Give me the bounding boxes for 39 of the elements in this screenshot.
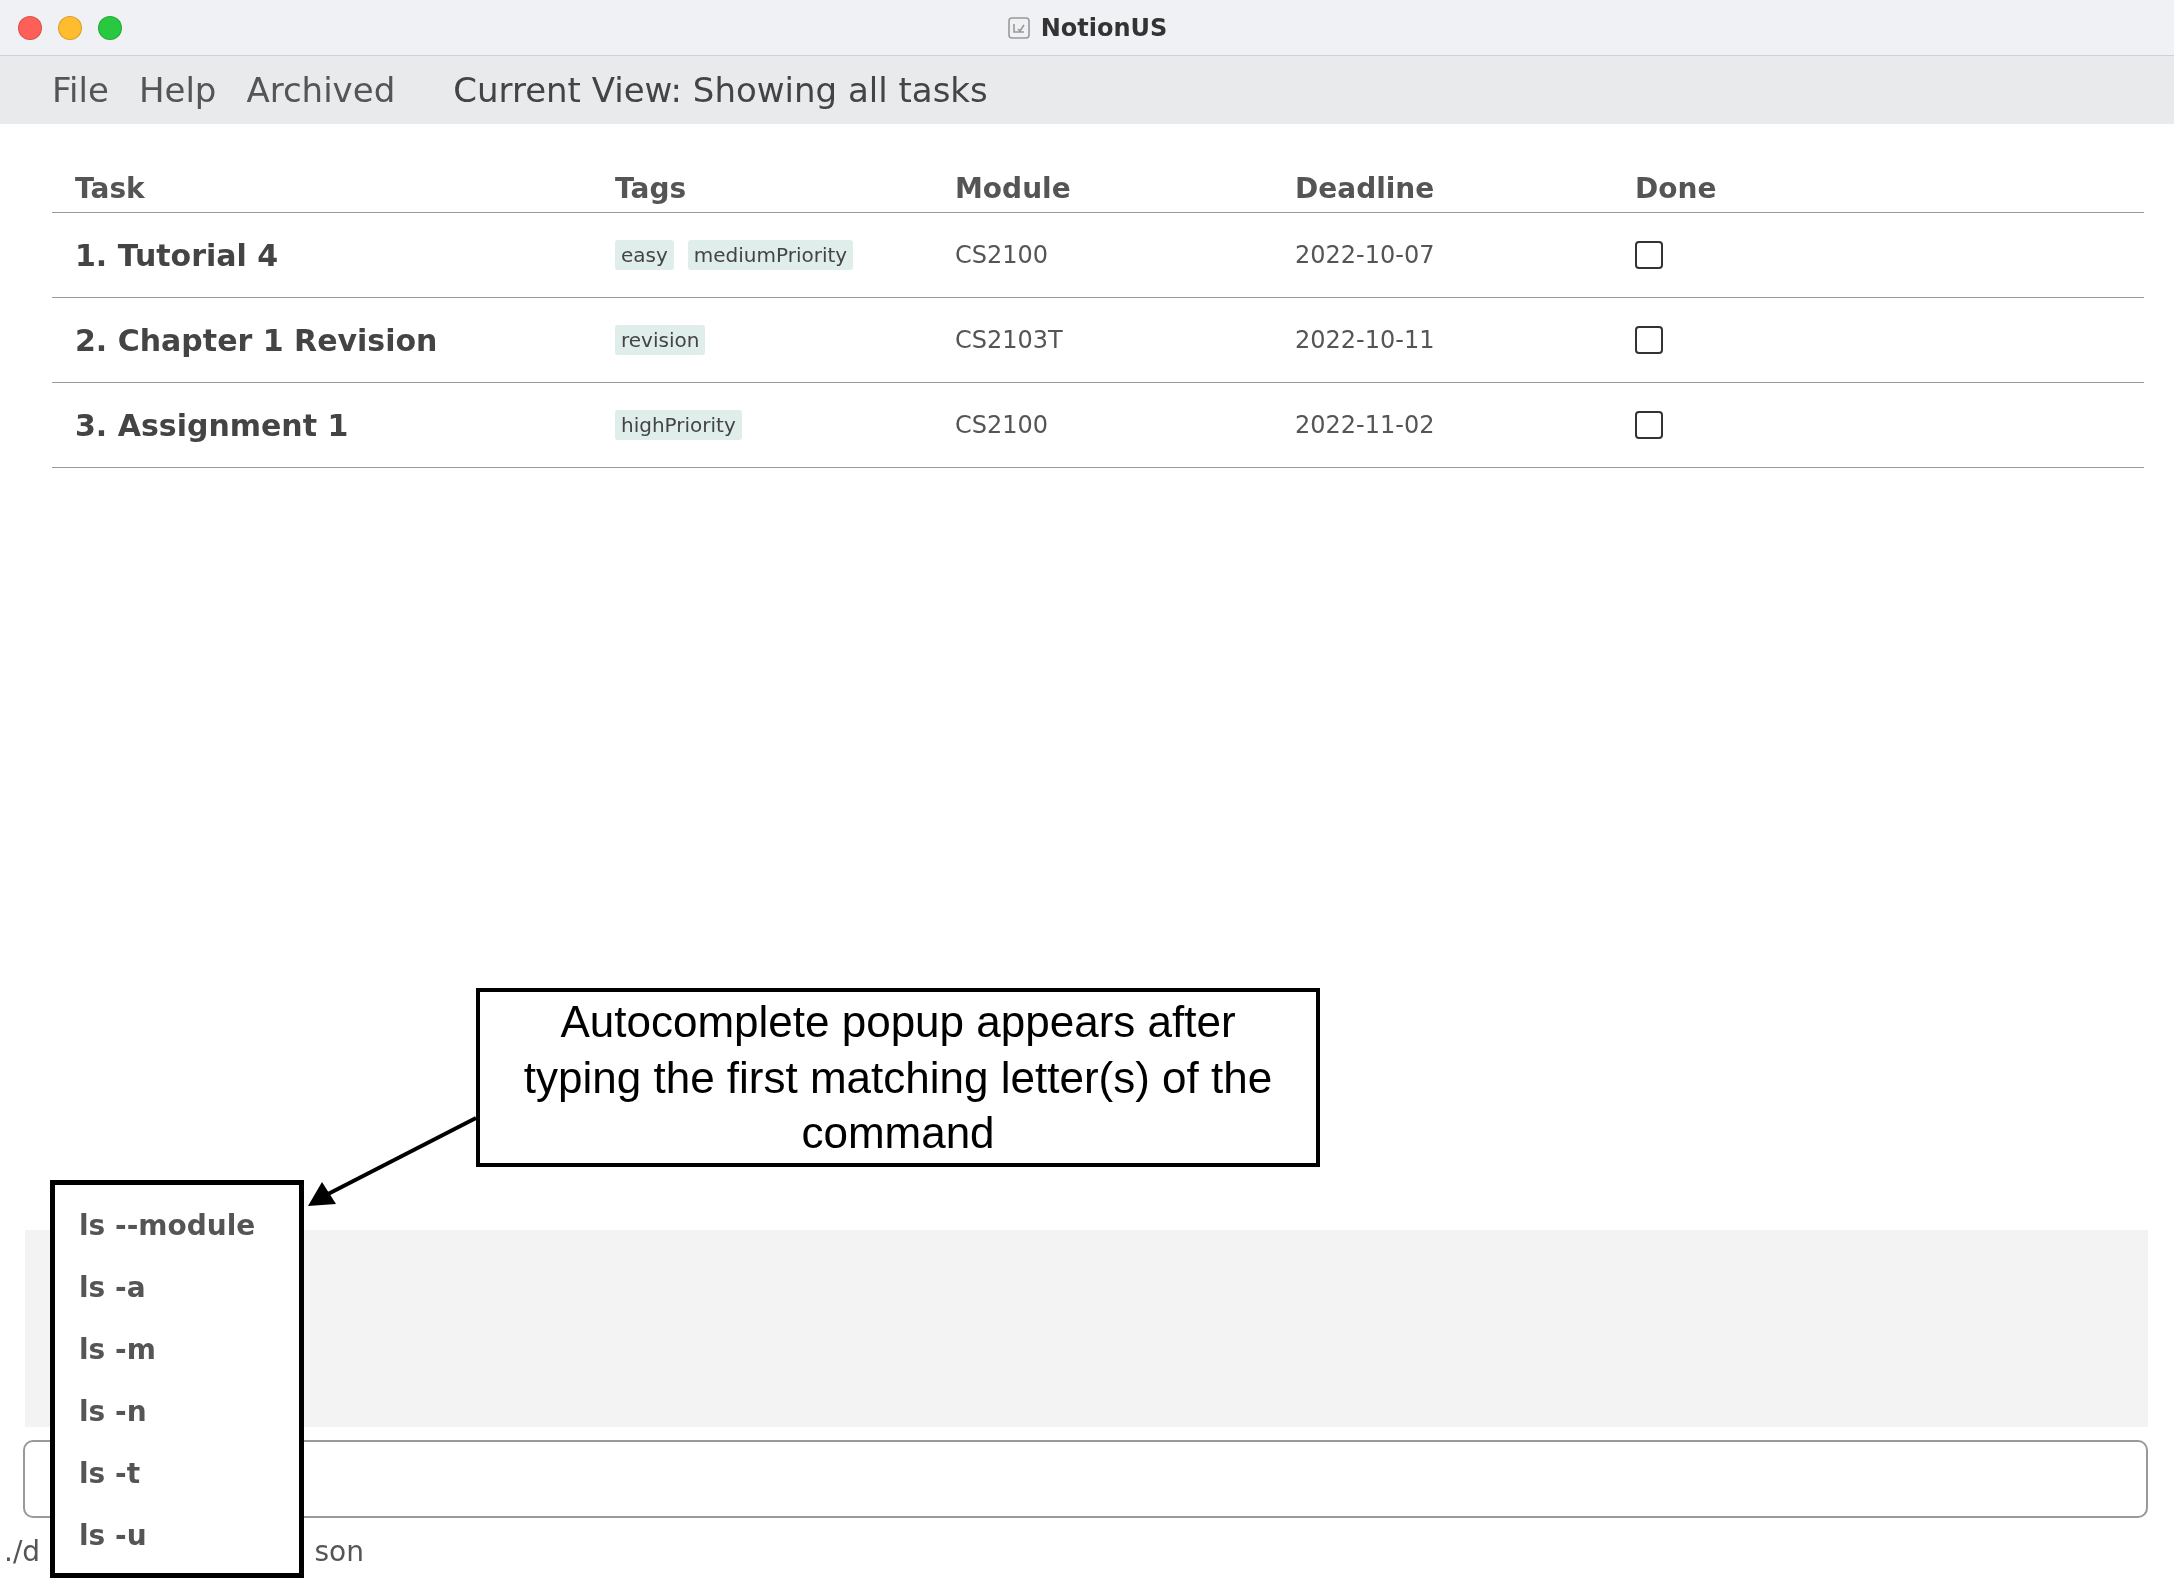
task-name: 2. Chapter 1 Revision xyxy=(75,322,439,358)
autocomplete-item[interactable]: ls -u xyxy=(79,1519,299,1556)
done-checkbox[interactable] xyxy=(1635,241,1663,269)
tag: mediumPriority xyxy=(687,240,854,270)
tag: revision xyxy=(615,325,706,355)
column-header: Module xyxy=(955,171,1072,205)
column-header: Task xyxy=(75,171,146,205)
tag: highPriority xyxy=(615,410,742,440)
column-header: Deadline xyxy=(1295,171,1436,205)
tag: easy xyxy=(615,240,674,270)
done-checkbox[interactable] xyxy=(1635,326,1663,354)
current-view-label: Current View: Showing all tasks xyxy=(453,70,988,110)
close-button[interactable] xyxy=(18,16,42,40)
autocomplete-item[interactable]: ls -t xyxy=(79,1457,299,1494)
zoom-button[interactable] xyxy=(98,16,122,40)
autocomplete-item[interactable]: ls --module xyxy=(79,1209,299,1246)
menu-item[interactable]: File xyxy=(52,70,109,110)
menu-item[interactable]: Archived xyxy=(246,70,396,110)
minimize-button[interactable] xyxy=(58,16,82,40)
done-checkbox[interactable] xyxy=(1635,411,1663,439)
window-title: NotionUS xyxy=(1040,13,1168,42)
autocomplete-item[interactable]: ls -n xyxy=(79,1395,299,1432)
status-text: ./d xyxy=(4,1534,41,1568)
deadline-cell-text: 2022-10-07 xyxy=(1295,241,1436,269)
task-name: 3. Assignment 1 xyxy=(75,407,350,443)
callout-text: Autocomplete popup appears after typing the first matching letter(s) of the command xyxy=(522,995,1274,1160)
column-header: Tags xyxy=(615,171,688,205)
autocomplete-item[interactable]: ls -m xyxy=(79,1333,299,1370)
deadline-cell-text: 2022-11-02 xyxy=(1295,411,1436,439)
task-name: 1. Tutorial 4 xyxy=(75,237,280,273)
app-icon xyxy=(1006,15,1031,40)
module-cell-text: CS2103T xyxy=(955,326,1064,354)
module-cell-text: CS2100 xyxy=(955,241,1050,269)
deadline-cell-text: 2022-10-11 xyxy=(1295,326,1436,354)
autocomplete-item[interactable]: ls -a xyxy=(79,1271,299,1308)
column-header: Done xyxy=(1635,171,1718,205)
module-cell-text: CS2100 xyxy=(955,411,1050,439)
menu-item[interactable]: Help xyxy=(138,70,217,110)
status-text: son xyxy=(314,1534,364,1568)
